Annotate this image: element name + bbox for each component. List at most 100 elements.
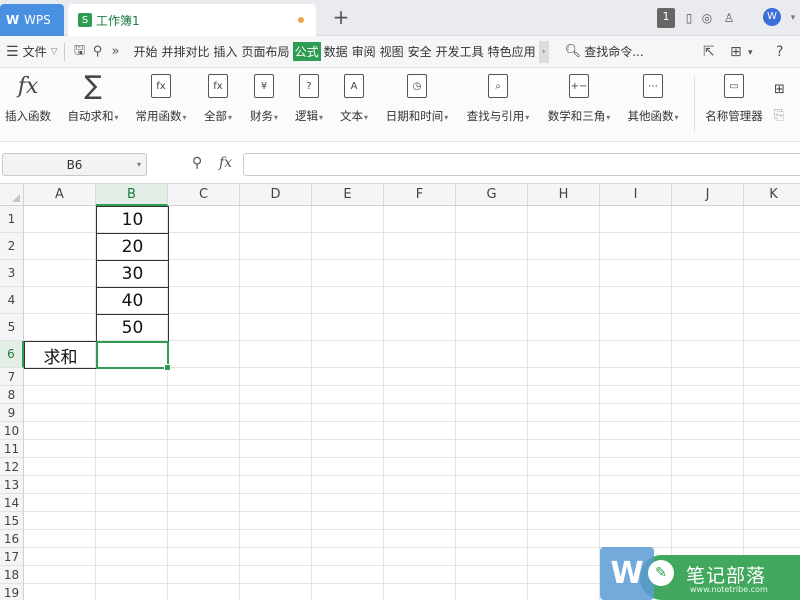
- ribbon-button[interactable]: fx 常用函数▾: [132, 72, 190, 136]
- row-header[interactable]: 14: [0, 494, 24, 512]
- ribbon-button[interactable]: ◷ 日期和时间▾: [382, 72, 452, 136]
- ribbon-button[interactable]: +− 数学和三角▾: [543, 72, 615, 136]
- file-menu[interactable]: 文件: [23, 43, 47, 60]
- row-header[interactable]: 17: [0, 548, 24, 566]
- row-header[interactable]: 4: [0, 287, 24, 314]
- formula-input[interactable]: [243, 153, 800, 176]
- column-header[interactable]: F: [384, 184, 456, 206]
- column-header[interactable]: A: [24, 184, 96, 206]
- collaboration-dropdown-icon[interactable]: ▾: [748, 48, 753, 58]
- save-icon[interactable]: 🖫: [71, 41, 89, 63]
- cell[interactable]: 30: [96, 260, 169, 288]
- window-count-badge[interactable]: 1: [657, 8, 675, 28]
- workbook-tab[interactable]: S 工作簿1: [68, 4, 316, 36]
- column-header[interactable]: C: [168, 184, 240, 206]
- cell[interactable]: 20: [96, 233, 169, 261]
- active-cell[interactable]: [96, 341, 171, 371]
- ribbon-button[interactable]: A 文本▾: [336, 72, 372, 136]
- row-header[interactable]: 9: [0, 404, 24, 422]
- layout-icon[interactable]: ▯: [680, 8, 698, 28]
- account-dropdown-icon[interactable]: ▾: [784, 8, 800, 28]
- column-header[interactable]: E: [312, 184, 384, 206]
- row-header[interactable]: 12: [0, 458, 24, 476]
- ribbon-dropdown-icon[interactable]: ▾: [228, 113, 232, 122]
- menu-hamburger-icon[interactable]: ☰: [6, 44, 19, 60]
- ribbon-dropdown-icon[interactable]: ▾: [182, 113, 186, 122]
- row-header[interactable]: 1: [0, 206, 24, 233]
- row-header[interactable]: 7: [0, 368, 24, 386]
- spreadsheet-grid[interactable]: A B C D E F G H I J K 1 2 3 4 5 6 7 8 9 10 11 12 13 14 15 16 17 18 19…: [0, 184, 800, 600]
- ribbon-dropdown-icon[interactable]: ▾: [444, 113, 448, 122]
- row-header[interactable]: 8: [0, 386, 24, 404]
- ribbon-dropdown-icon[interactable]: ▾: [674, 113, 678, 122]
- cell[interactable]: 40: [96, 287, 169, 315]
- ribbon-tab[interactable]: 审阅: [351, 43, 377, 60]
- more-quick-access-icon[interactable]: »: [107, 44, 125, 59]
- help-icon[interactable]: ?: [776, 44, 783, 60]
- row-header[interactable]: 2: [0, 233, 24, 260]
- ribbon-tab[interactable]: 页面布局: [241, 43, 291, 60]
- column-header[interactable]: I: [600, 184, 672, 206]
- collaboration-icon[interactable]: ⊞: [730, 44, 742, 60]
- ribbon-dropdown-icon[interactable]: ▾: [114, 113, 118, 122]
- row-header[interactable]: 15: [0, 512, 24, 530]
- share-icon[interactable]: ⇱: [703, 44, 715, 60]
- ribbon-tab[interactable]: 插入: [213, 43, 239, 60]
- define-name-icon[interactable]: ⊞: [774, 82, 785, 97]
- cell[interactable]: 求和: [24, 341, 97, 369]
- ribbon-button[interactable]: ▭ 名称管理器: [702, 72, 766, 136]
- command-search[interactable]: 🔍︎ 查找命令...: [565, 43, 644, 60]
- ribbon-button[interactable]: fx 全部▾: [200, 72, 236, 136]
- cell[interactable]: 10: [96, 206, 169, 234]
- column-header[interactable]: G: [456, 184, 528, 206]
- row-header[interactable]: 10: [0, 422, 24, 440]
- ribbon-tab[interactable]: 数据: [323, 43, 349, 60]
- shirt-icon[interactable]: ♙: [720, 8, 738, 28]
- select-all-corner[interactable]: [0, 184, 24, 206]
- column-header[interactable]: D: [240, 184, 312, 206]
- row-header[interactable]: 18: [0, 566, 24, 584]
- row-header[interactable]: 16: [0, 530, 24, 548]
- row-header[interactable]: 5: [0, 314, 24, 341]
- ribbon-dropdown-icon[interactable]: ▾: [364, 113, 368, 122]
- name-box[interactable]: B6 ▾: [2, 153, 147, 176]
- ribbon-button[interactable]: fx 插入函数: [2, 72, 54, 136]
- row-header[interactable]: 11: [0, 440, 24, 458]
- row-header[interactable]: 3: [0, 260, 24, 287]
- insert-function-button[interactable]: fx: [219, 155, 232, 171]
- ribbon-tab[interactable]: 并排对比: [161, 43, 211, 60]
- paste-name-icon[interactable]: ⎘: [774, 108, 784, 123]
- row-header[interactable]: 6: [0, 341, 24, 368]
- ribbon-tab[interactable]: 视图: [379, 43, 405, 60]
- more-tabs-button[interactable]: ›: [538, 40, 549, 63]
- ribbon-tab[interactable]: 开始: [133, 43, 159, 60]
- account-avatar-icon[interactable]: W: [763, 8, 781, 26]
- ribbon-button[interactable]: ⋯ 其他函数▾: [623, 72, 683, 136]
- column-header[interactable]: B: [96, 184, 168, 206]
- new-tab-button[interactable]: +: [330, 6, 352, 30]
- ribbon-dropdown-icon[interactable]: ▾: [319, 113, 323, 122]
- ribbon-dropdown-icon[interactable]: ▾: [606, 113, 610, 122]
- row-header[interactable]: 19: [0, 584, 24, 600]
- file-menu-caret-icon[interactable]: ▽: [51, 47, 58, 57]
- ribbon-dropdown-icon[interactable]: ▾: [525, 113, 529, 122]
- wps-home-tab[interactable]: W WPS: [0, 4, 64, 36]
- name-box-dropdown-icon[interactable]: ▾: [137, 160, 141, 169]
- column-header[interactable]: H: [528, 184, 600, 206]
- ribbon-button[interactable]: ⌕ 查找与引用▾: [462, 72, 534, 136]
- ribbon-button[interactable]: ∑ 自动求和▾: [64, 71, 122, 136]
- skin-icon[interactable]: ◎: [698, 8, 716, 28]
- column-header[interactable]: K: [744, 184, 800, 206]
- ribbon-dropdown-icon[interactable]: ▾: [274, 113, 278, 122]
- format-painter-icon[interactable]: ⚲: [89, 44, 107, 59]
- cell[interactable]: 50: [96, 314, 169, 342]
- ribbon-tab[interactable]: 特色应用: [487, 43, 537, 60]
- ribbon-tab[interactable]: 安全: [407, 43, 433, 60]
- ribbon-tab[interactable]: 开发工具: [435, 43, 485, 60]
- column-header[interactable]: J: [672, 184, 744, 206]
- ribbon-button[interactable]: ? 逻辑▾: [291, 72, 327, 136]
- ribbon-tab[interactable]: 公式: [292, 42, 321, 61]
- row-header[interactable]: 13: [0, 476, 24, 494]
- ribbon-button[interactable]: ¥ 财务▾: [246, 72, 282, 136]
- zoom-formula-icon[interactable]: ⚲: [192, 155, 202, 171]
